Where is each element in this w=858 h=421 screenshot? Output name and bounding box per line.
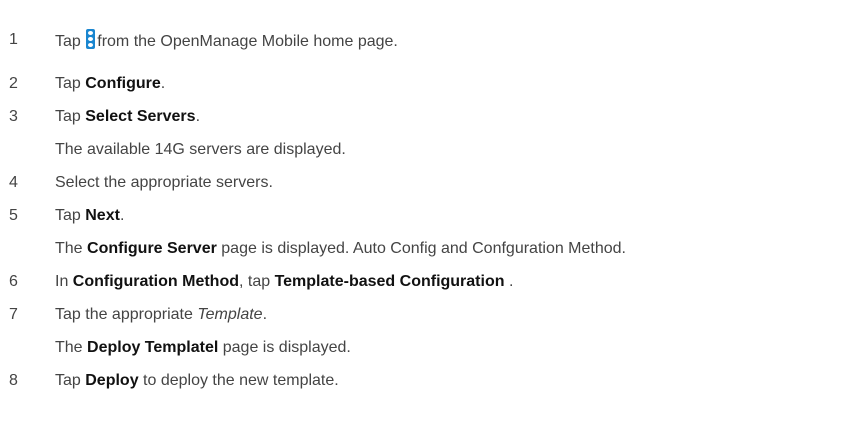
step-text: Select the appropriate servers. [55,174,273,191]
result-text: The Deploy Templatel page is displayed. [55,339,351,356]
step-text: Tap the appropriate Template. [55,306,268,323]
step-number: 4 [9,174,18,191]
ui-term: Select Servers [85,108,196,125]
ui-term: Configuration Method [72,273,239,290]
ui-term: Next [85,207,120,224]
step-text: Tap from the OpenManage Mobile home page… [55,29,398,53]
kebab-menu-icon [86,29,96,49]
ui-term: Configure [85,75,161,92]
ui-term: Deploy Templatel [87,339,219,356]
procedure-steps: 1 Tap from the OpenManage Mobile home pa… [0,0,858,421]
step-number: 5 [9,207,18,224]
step-number: 2 [9,75,18,92]
step-number: 6 [9,273,18,290]
ui-term: Configure Server [87,240,217,257]
step-number: 7 [9,306,18,323]
step-number: 8 [9,372,18,389]
emphasis-term: Template [197,306,263,323]
result-text: The Configure Server page is displayed. … [55,240,626,257]
result-text: The available 14G servers are displayed. [55,141,346,158]
step-text: Tap Next. [55,207,125,224]
step-text: Tap Select Servers. [55,108,201,125]
ui-term: Template-based Configuration [274,273,505,290]
step-number: 3 [9,108,18,125]
step-text: Tap Deploy to deploy the new template. [55,372,339,389]
ui-term: Deploy [85,372,139,389]
step-number: 1 [9,31,18,48]
step-text: Tap Configure. [55,75,166,92]
step-text: In Configuration Method, tap Template-ba… [55,273,514,290]
